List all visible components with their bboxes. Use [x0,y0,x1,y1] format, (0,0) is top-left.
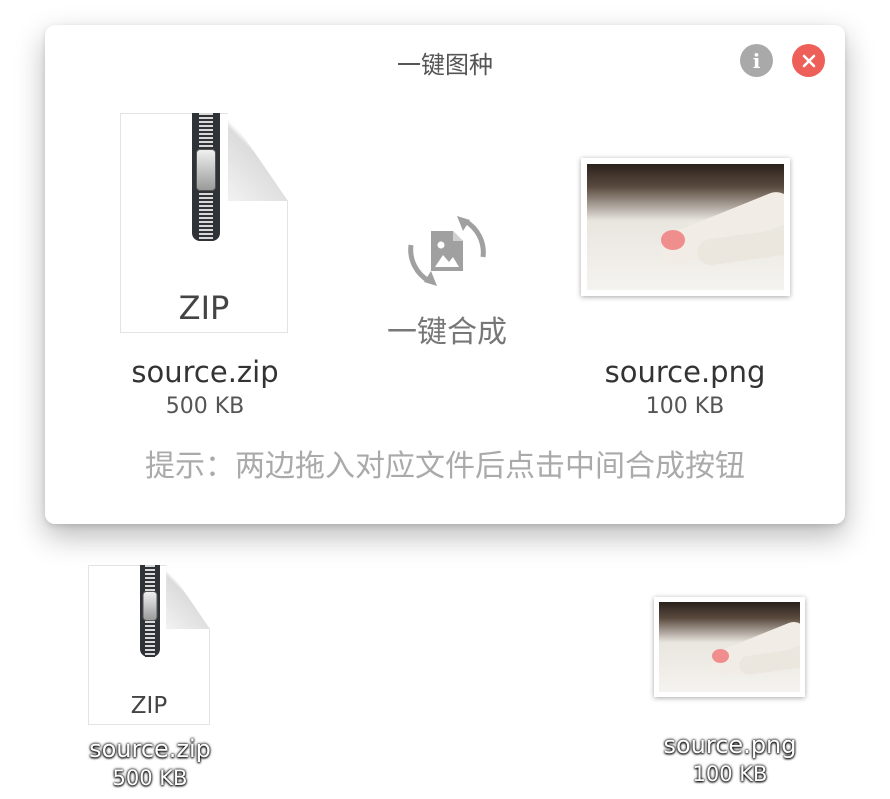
info-button[interactable]: i [740,44,773,77]
app-window: 一键图种 i ZIP source.zip 500 KB 一键合成 source… [45,25,845,524]
merge-label[interactable]: 一键合成 [380,307,514,351]
right-file-name: source.png [604,355,766,389]
right-file-size: 100 KB [645,394,725,419]
zip-drop-zone[interactable]: ZIP [120,113,288,333]
image-thumbnail [659,602,800,692]
desktop-zip-file[interactable]: ZIP [88,565,210,725]
desktop-zip-size: 500 KB [112,766,188,790]
merge-image-icon [408,216,486,286]
left-file-name: source.zip [131,355,279,389]
info-icon: i [752,48,761,73]
window-title: 一键图种 [397,51,493,79]
merge-button[interactable] [403,207,491,295]
hint-text: 提示：两边拖入对应文件后点击中间合成按钮 [145,449,745,484]
zip-type-label: ZIP [130,693,168,719]
zip-type-label: ZIP [178,289,230,327]
desktop-png-size: 100 KB [692,762,768,786]
close-button[interactable] [792,44,825,77]
desktop-png-file[interactable] [654,597,805,697]
desktop-png-name[interactable]: source.png [640,731,820,759]
zipper-graphic [140,565,160,657]
close-icon [802,54,815,67]
desktop-zip-name[interactable]: source.zip [60,735,240,763]
png-drop-zone[interactable] [581,158,790,296]
image-thumbnail [587,164,784,290]
zipper-graphic [192,113,220,241]
left-file-size: 500 KB [165,394,245,419]
